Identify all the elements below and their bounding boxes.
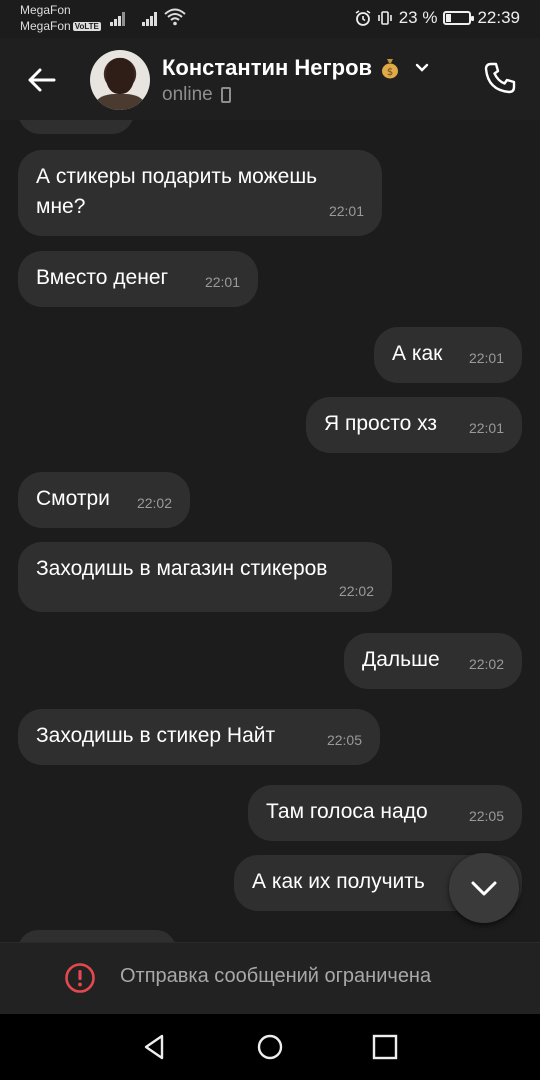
alarm-icon	[355, 10, 371, 26]
message-time: 22:01	[204, 274, 240, 290]
incoming-message[interactable]: Смотри 22:02	[18, 472, 190, 528]
message-time: 22:02	[468, 656, 504, 672]
chat-header: Константин Негров $ online	[0, 38, 540, 120]
message-time: 22:02	[338, 583, 374, 599]
signal-icon	[142, 10, 160, 26]
restriction-bar: Отправка сообщений ограничена	[0, 942, 540, 1015]
back-triangle-icon[interactable]	[140, 1032, 170, 1062]
svg-text:$: $	[387, 67, 393, 78]
incoming-message[interactable]: Вместо денег 22:01	[18, 251, 258, 307]
message-text: Заходишь в магазин стикеров	[36, 557, 328, 580]
status-right: 23 % 22:39	[355, 8, 520, 28]
vibrate-icon	[377, 11, 392, 25]
message-text: Дальше	[362, 648, 440, 671]
battery-percent: 23 %	[398, 8, 438, 27]
message-text: Я просто хз	[324, 412, 438, 435]
message-time: 22:01	[468, 420, 504, 436]
message-text: А стикеры подарить можешь мне?	[36, 165, 318, 218]
scroll-down-button[interactable]	[449, 853, 519, 923]
money-bag-icon: $	[382, 59, 399, 79]
message-time: 22:05	[468, 808, 504, 824]
back-arrow-icon[interactable]	[24, 62, 60, 98]
chevron-down-icon	[471, 881, 497, 896]
contact-name: Константин Негров	[162, 55, 373, 80]
volte-badge: VoLTE	[72, 22, 101, 31]
message-bubble-partial	[18, 930, 176, 942]
recents-square-icon[interactable]	[370, 1032, 400, 1062]
home-circle-icon[interactable]	[255, 1032, 285, 1062]
avatar[interactable]	[90, 50, 150, 110]
message-text: Заходишь в стикер Найт	[36, 724, 276, 747]
message-text: Вместо денег	[36, 266, 169, 289]
message-bubble-partial	[18, 120, 134, 134]
incoming-message[interactable]: Заходишь в стикер Найт 22:05	[18, 709, 380, 765]
restriction-text: Отправка сообщений ограничена	[120, 965, 432, 987]
carrier-2: MegaFon VoLTE	[20, 19, 101, 33]
message-text: А как их получить	[252, 870, 425, 893]
status-bar: MegaFon MegaFon VoLTE 23 % 22:39	[0, 0, 540, 38]
contact-name-row[interactable]: Константин Негров $	[162, 55, 430, 81]
message-time: 22:01	[328, 203, 364, 219]
carrier-1: MegaFon	[20, 3, 71, 17]
outgoing-message[interactable]: Дальше 22:02	[344, 633, 522, 689]
outgoing-message[interactable]: Там голоса надо 22:05	[248, 785, 522, 841]
message-text: А как	[392, 342, 443, 365]
system-nav-bar	[0, 1014, 540, 1080]
chevron-down-icon[interactable]	[414, 60, 430, 76]
outgoing-message[interactable]: А как 22:01	[374, 327, 522, 383]
presence-row: online	[162, 84, 231, 106]
signal-icon	[110, 10, 128, 26]
clock: 22:39	[477, 8, 520, 27]
incoming-message[interactable]: Заходишь в магазин стикеров 22:02	[18, 542, 392, 612]
incoming-message[interactable]: А стикеры подарить можешь мне? 22:01	[18, 150, 382, 236]
warning-icon	[65, 963, 95, 993]
battery-icon	[443, 11, 475, 25]
message-time: 22:05	[326, 732, 362, 748]
presence-status: online	[162, 84, 213, 105]
carrier-2-label: MegaFon	[20, 19, 71, 33]
wifi-icon	[164, 8, 186, 26]
message-text: Смотри	[36, 487, 110, 510]
message-text: Там голоса надо	[266, 800, 428, 823]
outgoing-message[interactable]: Я просто хз 22:01	[306, 397, 522, 453]
message-time: 22:02	[136, 495, 172, 511]
message-time: 22:01	[468, 350, 504, 366]
message-list[interactable]: А стикеры подарить можешь мне? 22:01 Вмест…	[0, 120, 540, 942]
phone-call-icon[interactable]	[482, 60, 518, 96]
mobile-phone-icon	[220, 87, 231, 103]
